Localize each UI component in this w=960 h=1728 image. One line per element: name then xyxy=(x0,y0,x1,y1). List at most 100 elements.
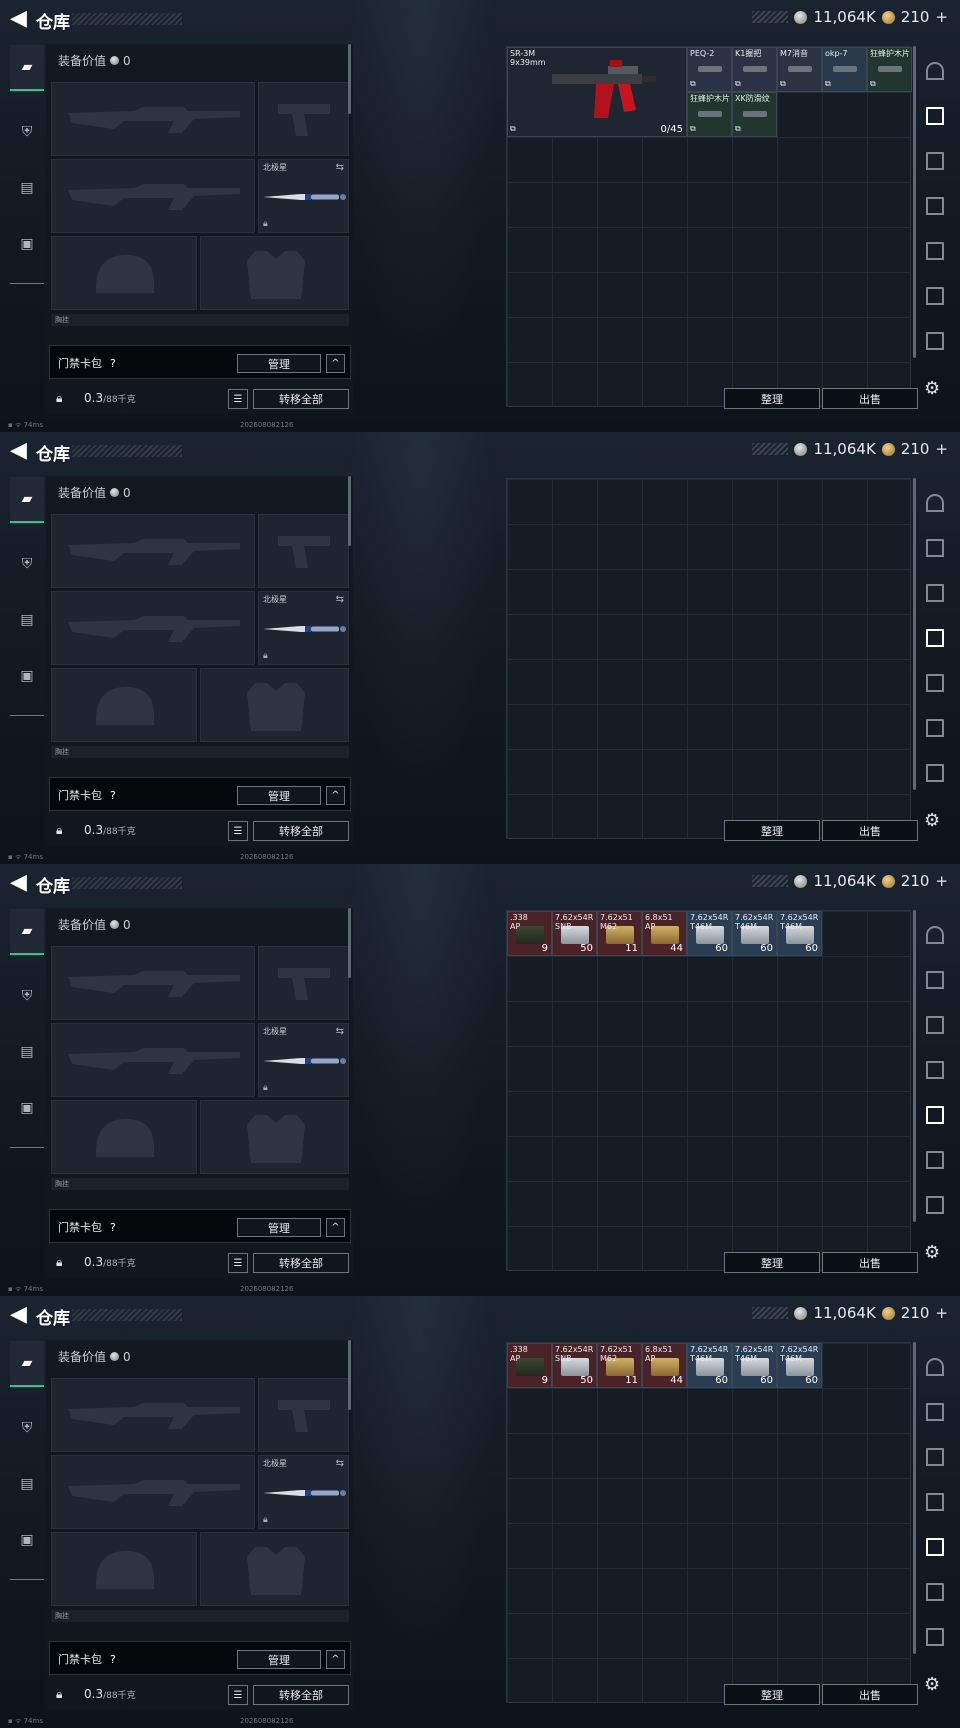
tab-armor[interactable]: ⛨ xyxy=(10,973,44,1019)
inventory-item[interactable]: 6.8x51 AP 44 xyxy=(642,911,687,956)
pistol-slot[interactable] xyxy=(258,1378,349,1452)
storage-tab-6[interactable] xyxy=(920,1577,950,1607)
back-arrow-icon[interactable]: ◀ xyxy=(10,872,27,894)
pistol-slot[interactable] xyxy=(258,514,349,588)
storage-tab-5[interactable] xyxy=(920,1532,950,1562)
storage-tab-4[interactable] xyxy=(920,191,950,221)
inventory-item[interactable]: 7.62x54R T46M 60 xyxy=(687,1343,732,1388)
gear-icon[interactable]: ⚙ xyxy=(924,1242,940,1263)
storage-scrollbar[interactable] xyxy=(913,478,916,790)
list-icon[interactable]: ☰ xyxy=(228,821,248,841)
primary-weapon-slot[interactable] xyxy=(51,1378,255,1452)
secondary-weapon-slot[interactable] xyxy=(51,1023,255,1097)
tab-weapons[interactable]: ▰ xyxy=(10,45,44,91)
sell-button[interactable]: 出售 xyxy=(822,388,918,409)
back-arrow-icon[interactable]: ◀ xyxy=(10,440,27,462)
storage-tab-3[interactable] xyxy=(920,146,950,176)
primary-weapon-slot[interactable] xyxy=(51,514,255,588)
help-icon[interactable]: ? xyxy=(110,1221,116,1234)
secondary-weapon-slot[interactable] xyxy=(51,591,255,665)
chevron-up-icon[interactable]: ^ xyxy=(326,1650,345,1669)
storage-tab-3[interactable] xyxy=(920,1442,950,1472)
tab-case[interactable]: ▣ xyxy=(10,1517,44,1563)
storage-tab-6[interactable] xyxy=(920,1145,950,1175)
storage-tab-7[interactable] xyxy=(920,1622,950,1652)
inventory-item[interactable]: 狂蜂护木片 ⧉ xyxy=(687,92,732,137)
swap-icon[interactable]: ⇆ xyxy=(336,1458,344,1469)
list-icon[interactable]: ☰ xyxy=(228,1253,248,1273)
storage-tab-2[interactable] xyxy=(920,533,950,563)
storage-tab-3[interactable] xyxy=(920,578,950,608)
body-armor-slot[interactable] xyxy=(200,1100,349,1174)
tab-rig[interactable]: ▤ xyxy=(10,1461,44,1507)
pistol-slot[interactable] xyxy=(258,946,349,1020)
add-currency-button[interactable]: + xyxy=(935,1304,948,1322)
manage-button[interactable]: 管理 xyxy=(237,786,321,805)
manage-button[interactable]: 管理 xyxy=(237,354,321,373)
helmet-slot[interactable] xyxy=(51,236,197,310)
add-currency-button[interactable]: + xyxy=(935,872,948,890)
storage-tab-5[interactable] xyxy=(920,668,950,698)
storage-tab-6[interactable] xyxy=(920,281,950,311)
storage-tab-2[interactable] xyxy=(920,1397,950,1427)
storage-tab-7[interactable] xyxy=(920,758,950,788)
inventory-item[interactable]: .338 AP 9 xyxy=(507,911,552,956)
inventory-item[interactable]: 7.62x54R T46M 60 xyxy=(732,1343,777,1388)
storage-grid[interactable]: .338 AP 9 7.62x54R SNB 50 7.62x51 M62 11 6.8x5… xyxy=(506,1342,911,1703)
transfer-all-button[interactable]: 转移全部 xyxy=(253,821,349,841)
storage-tab-1[interactable] xyxy=(920,56,950,86)
storage-scrollbar[interactable] xyxy=(913,910,916,1222)
gear-icon[interactable]: ⚙ xyxy=(924,810,940,831)
inventory-item[interactable]: 7.62x54R SNB 50 xyxy=(552,1343,597,1388)
sort-button[interactable]: 整理 xyxy=(724,388,820,409)
tab-armor[interactable]: ⛨ xyxy=(10,541,44,587)
storage-tab-1[interactable] xyxy=(920,488,950,518)
equipment-scrollbar[interactable] xyxy=(348,476,351,546)
sort-button[interactable]: 整理 xyxy=(724,1252,820,1273)
storage-tab-7[interactable] xyxy=(920,326,950,356)
swap-icon[interactable]: ⇆ xyxy=(336,162,344,173)
add-currency-button[interactable]: + xyxy=(935,8,948,26)
inventory-item[interactable]: 7.62x51 M62 11 xyxy=(597,1343,642,1388)
tab-case[interactable]: ▣ xyxy=(10,221,44,267)
inventory-item[interactable]: 7.62x51 M62 11 xyxy=(597,911,642,956)
gear-icon[interactable]: ⚙ xyxy=(924,1674,940,1695)
storage-tab-1[interactable] xyxy=(920,920,950,950)
inventory-item[interactable]: .338 AP 9 xyxy=(507,1343,552,1388)
chevron-up-icon[interactable]: ^ xyxy=(326,354,345,373)
storage-tab-5[interactable] xyxy=(920,1100,950,1130)
storage-grid[interactable]: SR-3M 9x39mm ⧉ 0/45 PEQ-2 ⧉ K1握把 ⧉ M7消音 ⧉ okp-7 ⧉ 狂… xyxy=(506,46,912,407)
list-icon[interactable]: ☰ xyxy=(228,1685,248,1705)
manage-button[interactable]: 管理 xyxy=(237,1650,321,1669)
sort-button[interactable]: 整理 xyxy=(724,820,820,841)
tab-case[interactable]: ▣ xyxy=(10,653,44,699)
tab-weapons[interactable]: ▰ xyxy=(10,477,44,523)
back-arrow-icon[interactable]: ◀ xyxy=(10,8,27,30)
body-armor-slot[interactable] xyxy=(200,236,349,310)
list-icon[interactable]: ☰ xyxy=(228,389,248,409)
melee-slot[interactable]: 北极星 ⇆ 🔒︎ xyxy=(258,1455,349,1529)
transfer-all-button[interactable]: 转移全部 xyxy=(253,1253,349,1273)
weapon-item[interactable]: SR-3M 9x39mm ⧉ 0/45 xyxy=(507,47,687,137)
equipment-scrollbar[interactable] xyxy=(348,44,351,114)
inventory-item[interactable]: M7消音 ⧉ xyxy=(777,47,822,92)
sell-button[interactable]: 出售 xyxy=(822,1684,918,1705)
chest-rig-slot[interactable]: 胸挂 xyxy=(51,1610,349,1622)
inventory-item[interactable]: okp-7 ⧉ xyxy=(822,47,867,92)
sort-button[interactable]: 整理 xyxy=(724,1684,820,1705)
inventory-item[interactable]: 7.62x54R SNB 50 xyxy=(552,911,597,956)
chevron-up-icon[interactable]: ^ xyxy=(326,1218,345,1237)
inventory-item[interactable]: XK防滑纹 ⧉ xyxy=(732,92,777,137)
storage-tab-4[interactable] xyxy=(920,1055,950,1085)
equipment-scrollbar[interactable] xyxy=(348,908,351,978)
storage-tab-1[interactable] xyxy=(920,1352,950,1382)
chevron-up-icon[interactable]: ^ xyxy=(326,786,345,805)
swap-icon[interactable]: ⇆ xyxy=(336,1026,344,1037)
tab-armor[interactable]: ⛨ xyxy=(10,109,44,155)
tab-rig[interactable]: ▤ xyxy=(10,1029,44,1075)
secondary-weapon-slot[interactable] xyxy=(51,1455,255,1529)
inventory-item[interactable]: PEQ-2 ⧉ xyxy=(687,47,732,92)
help-icon[interactable]: ? xyxy=(110,1653,116,1666)
tab-rig[interactable]: ▤ xyxy=(10,597,44,643)
gear-icon[interactable]: ⚙ xyxy=(924,378,940,399)
